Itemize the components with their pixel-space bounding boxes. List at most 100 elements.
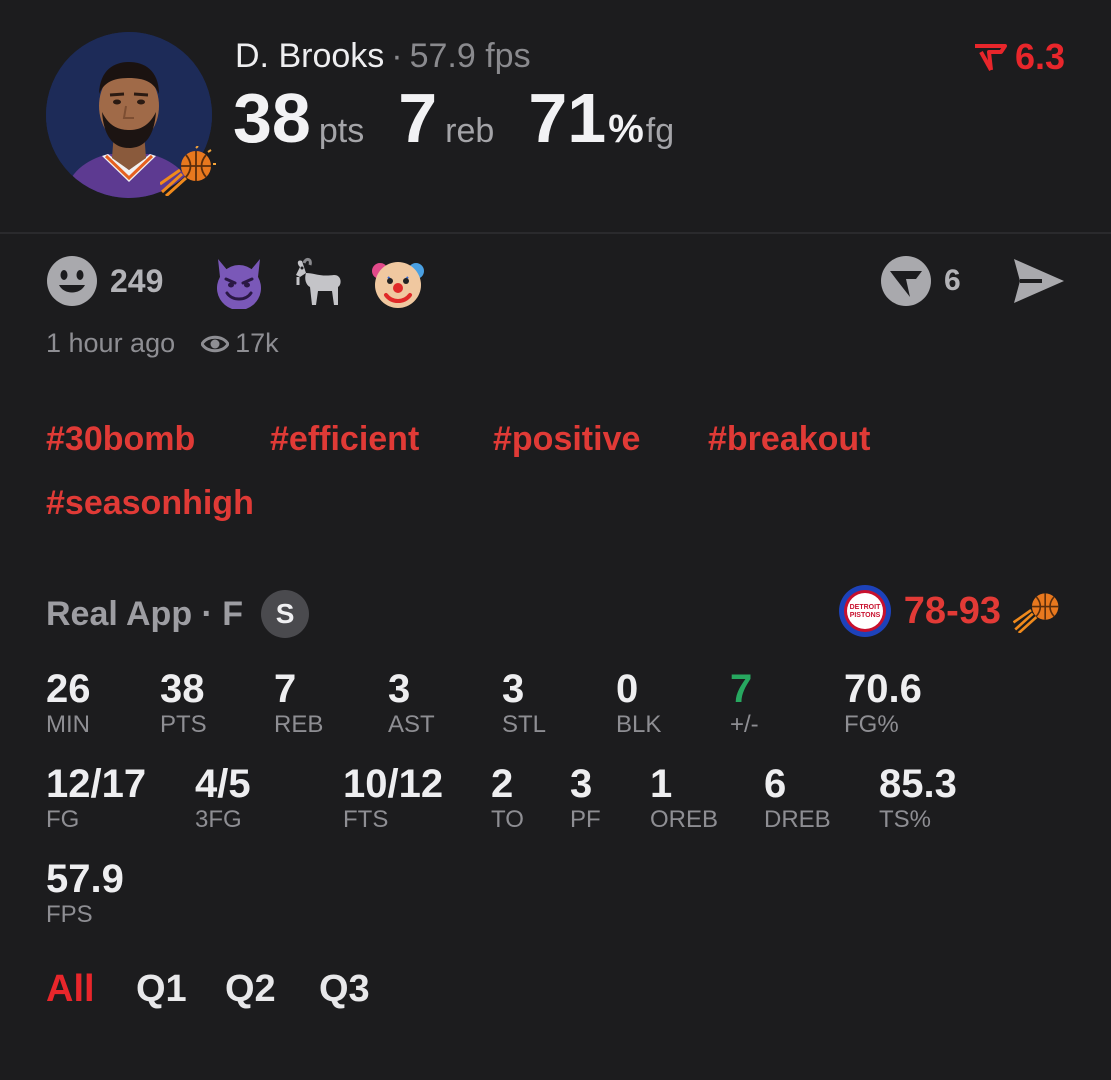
stat-fg-pct: 70.6 FG% — [844, 668, 922, 740]
stat-fts: 10/12 FTS — [343, 763, 443, 835]
smile-reaction-button[interactable]: 249 — [46, 255, 163, 307]
hashtag-positive[interactable]: #positive — [493, 420, 640, 459]
pistons-logo-icon: DETROIT PISTONS — [838, 585, 891, 637]
stat-label: 3FG — [195, 806, 242, 833]
pistons-logo-text-bottom: PISTONS — [849, 612, 880, 619]
stat-oreb: 1 OREB — [650, 763, 718, 835]
stat-to: 2 TO — [491, 763, 524, 835]
clown-reaction-button[interactable] — [370, 255, 426, 311]
smiling-devil-icon — [217, 259, 261, 309]
stat-label: FG — [46, 806, 80, 833]
stat-label: BLK — [616, 711, 662, 738]
stat-ast: 3 AST — [388, 668, 435, 740]
stat-min: 26 MIN — [46, 668, 91, 740]
separator-dot: · — [391, 37, 403, 75]
stat-label: TS% — [879, 806, 932, 833]
stat-ts-pct: 85.3 TS% — [879, 763, 957, 835]
stat-3fg: 4/5 3FG — [195, 763, 251, 835]
stat-value: 3 — [502, 667, 525, 711]
player-game-card: D. Brooks · 57.9 fps 38 pts 7 reb 71%fg 6.3 24… — [0, 0, 1111, 1080]
score-text: 78-93 — [903, 589, 1001, 632]
smile-icon — [47, 256, 97, 306]
stat-blk: 0 BLK — [616, 668, 661, 740]
stat-value: 1 — [650, 762, 673, 806]
hashtag-seasonhigh[interactable]: #seasonhigh — [46, 484, 254, 523]
game-score[interactable]: DETROIT PISTONS 78-93 — [838, 584, 1065, 638]
game-source-row: Real App · F S — [46, 590, 310, 638]
hashtag-breakout[interactable]: #breakout — [708, 420, 871, 459]
tab-q1[interactable]: Q1 — [136, 968, 187, 1011]
stat-label: PTS — [160, 711, 207, 738]
stat-plus-minus: 7 +/- — [730, 668, 759, 740]
stat-label: PF — [570, 806, 601, 833]
real-app-logo-icon — [881, 256, 931, 306]
smile-count: 249 — [110, 262, 164, 299]
eye-icon — [201, 335, 230, 352]
stat-fps: 57.9 FPS — [46, 858, 124, 930]
headline-pts-unit: pts — [318, 112, 365, 150]
stat-dreb: 6 DREB — [764, 763, 831, 835]
player-name[interactable]: D. Brooks — [235, 37, 384, 75]
stat-label: REB — [274, 711, 324, 738]
stat-reb: 7 REB — [274, 668, 323, 740]
stat-label: FG% — [844, 711, 899, 738]
stat-value: 7 — [730, 667, 753, 711]
stat-value: 10/12 — [343, 762, 444, 806]
tab-q3[interactable]: Q3 — [319, 968, 370, 1011]
headline-fg-unit: fg — [645, 112, 675, 150]
starter-badge: S — [261, 590, 310, 638]
views-value: 17k — [235, 328, 279, 358]
stat-value: 26 — [46, 667, 91, 711]
post-meta: 1 hour ago 17k — [46, 328, 279, 359]
stat-label: MIN — [46, 711, 90, 738]
stat-value: 3 — [388, 667, 411, 711]
goat-reaction-button[interactable] — [290, 255, 346, 309]
fps-summary: 57.9 fps — [409, 37, 531, 75]
view-count: 17k — [201, 328, 279, 359]
app-count: 6 — [944, 264, 961, 297]
stat-label: AST — [388, 711, 435, 738]
goat-icon — [296, 257, 341, 305]
stat-value: 4/5 — [195, 762, 251, 806]
stat-fg: 12/17 FG — [46, 763, 146, 835]
suns-logo-small-icon — [1013, 593, 1059, 633]
stat-pf: 3 PF — [570, 763, 601, 835]
tab-q2[interactable]: Q2 — [225, 968, 276, 1011]
stat-stl: 3 STL — [502, 668, 546, 740]
app-share-count-button[interactable]: 6 — [880, 255, 961, 307]
stat-value: 0 — [616, 667, 639, 711]
stat-value: 3 — [570, 762, 593, 806]
stat-label: DREB — [764, 806, 831, 833]
clown-face-icon — [372, 262, 424, 308]
stat-label: OREB — [650, 806, 719, 833]
stat-pts: 38 PTS — [160, 668, 207, 740]
devil-reaction-button[interactable] — [212, 255, 266, 309]
stat-value: 7 — [274, 667, 297, 711]
game-source: Real App · F — [46, 594, 244, 633]
hashtag-30bomb[interactable]: #30bomb — [46, 420, 195, 459]
tab-all[interactable]: All — [46, 968, 95, 1011]
headline-reb-value: 7 — [398, 79, 438, 157]
stat-value: 85.3 — [879, 762, 957, 806]
stat-value: 70.6 — [844, 667, 922, 711]
stat-label: FPS — [46, 901, 93, 928]
headline-fg-value: 71 — [528, 79, 607, 157]
stat-value: 57.9 — [46, 857, 124, 901]
card-header: D. Brooks · 57.9 fps 38 pts 7 reb 71%fg 6.3 — [0, 0, 1111, 234]
stat-label: TO — [491, 806, 524, 833]
stat-value: 12/17 — [46, 762, 147, 806]
stat-value: 6 — [764, 762, 787, 806]
suns-logo-icon — [160, 146, 216, 196]
time-ago: 1 hour ago — [46, 328, 176, 358]
headline-pct-sign: % — [608, 107, 644, 151]
share-button[interactable] — [1012, 257, 1066, 305]
stat-value: 38 — [160, 667, 205, 711]
reactions-row: 249 6 — [46, 255, 1065, 311]
real-rating-icon — [974, 44, 1007, 71]
rating-value: 6.3 — [1014, 36, 1065, 77]
player-name-line: D. Brooks · 57.9 fps — [235, 38, 531, 74]
hashtag-efficient[interactable]: #efficient — [270, 420, 419, 459]
headline-pts-value: 38 — [233, 79, 311, 157]
rating-badge[interactable]: 6.3 — [973, 36, 1065, 78]
stat-value: 2 — [491, 762, 514, 806]
